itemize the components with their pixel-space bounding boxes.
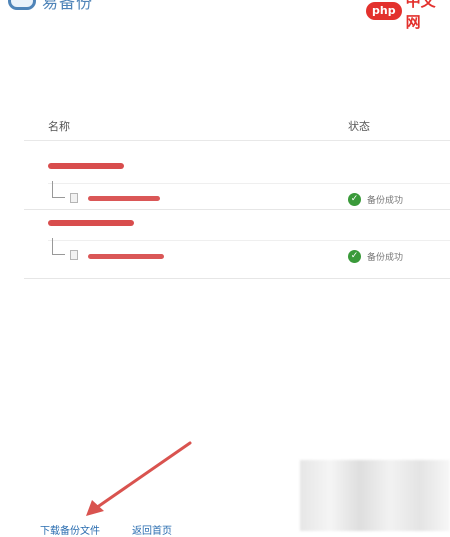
return-home-link[interactable]: 返回首页 bbox=[132, 522, 172, 537]
annotation-arrow-icon bbox=[86, 441, 192, 516]
blurred-region bbox=[300, 460, 450, 531]
download-backup-link[interactable]: 下载备份文件 bbox=[40, 522, 100, 537]
footer-links: 下载备份文件 返回首页 bbox=[40, 522, 172, 537]
